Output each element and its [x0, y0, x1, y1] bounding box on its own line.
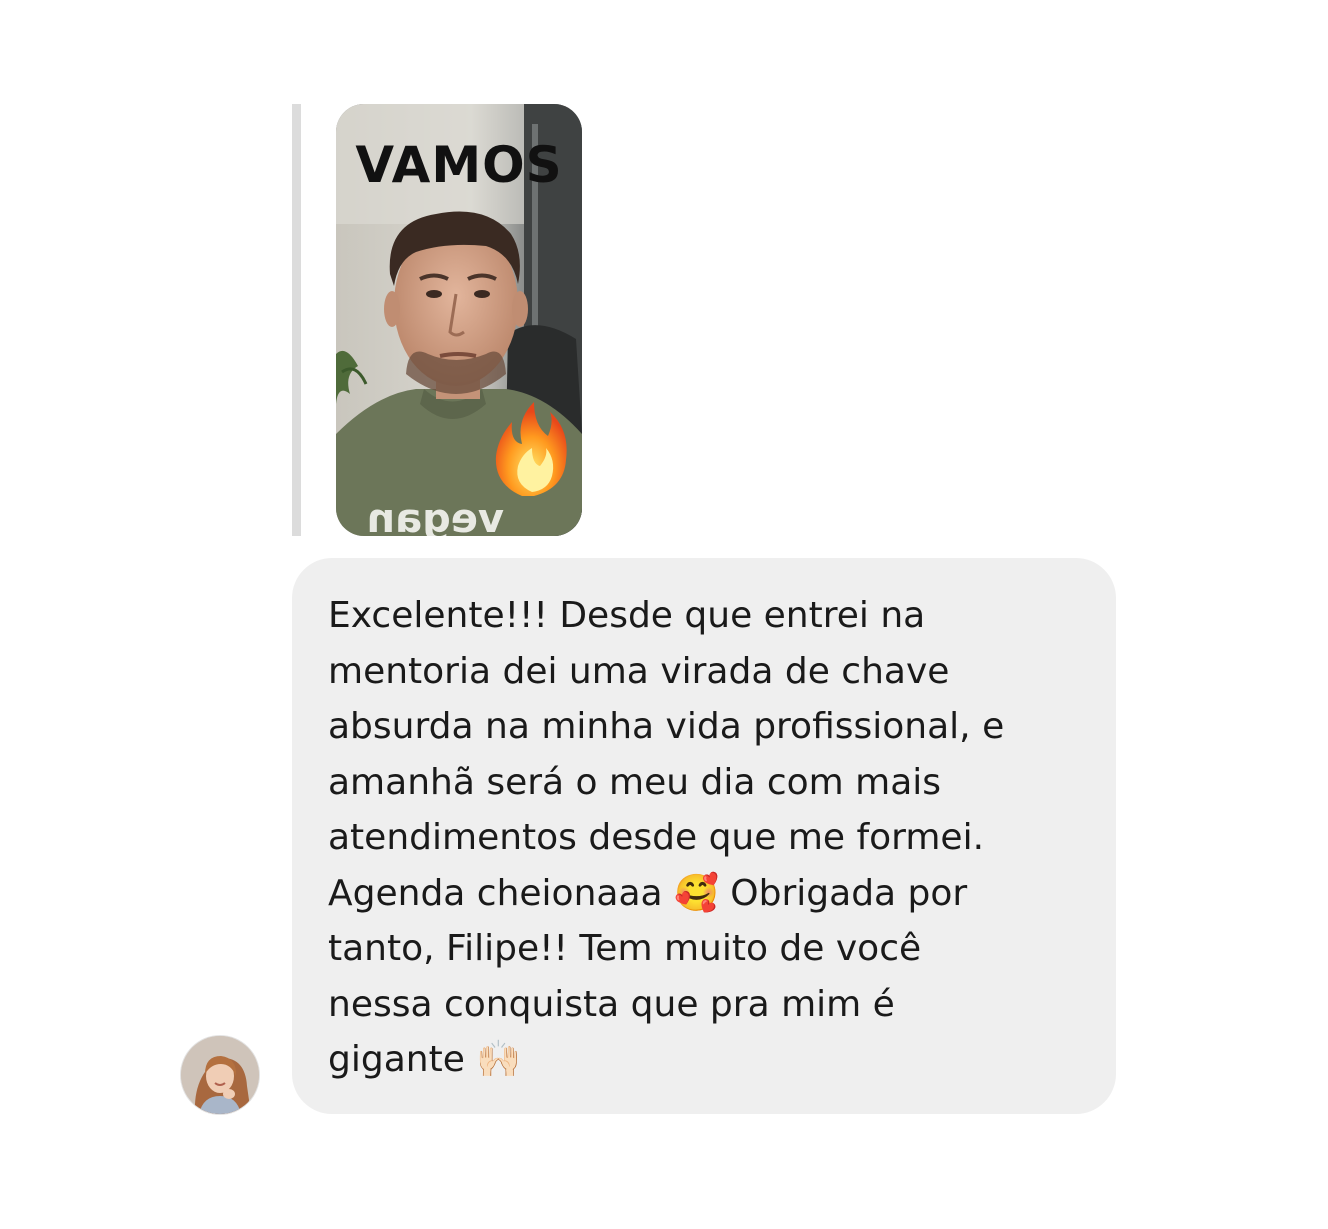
- shirt-text: vegan: [367, 496, 504, 536]
- message-text: Excelente!!! Desde que entrei na mentori…: [328, 595, 1005, 1080]
- message-bubble[interactable]: Excelente!!! Desde que entrei na mentori…: [292, 558, 1116, 1114]
- sender-avatar[interactable]: [181, 1036, 259, 1114]
- story-caption: VAMOS: [355, 136, 563, 194]
- user-avatar-icon: [181, 1036, 259, 1114]
- story-reply-thumbnail[interactable]: vegan VAMOS: [336, 104, 582, 536]
- story-reply-indicator-bar: [292, 104, 301, 536]
